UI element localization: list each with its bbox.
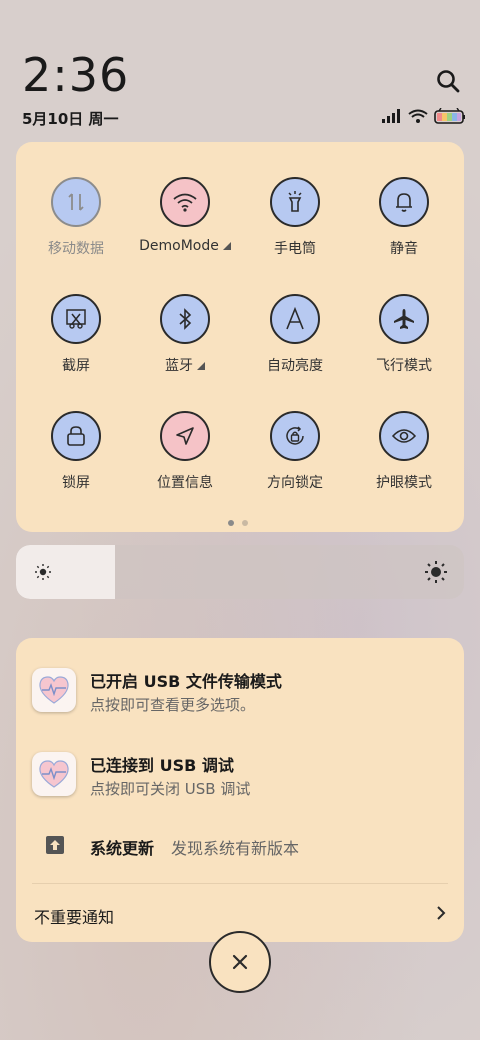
tile-airplane[interactable]: 飞行模式 xyxy=(349,294,459,375)
tile-location[interactable]: 位置信息 xyxy=(130,411,240,492)
tile-bluetooth[interactable]: 蓝牙 xyxy=(130,294,240,375)
rotation-lock-icon xyxy=(270,411,320,461)
screenshot-icon xyxy=(51,294,101,344)
flashlight-icon xyxy=(270,177,320,227)
divider xyxy=(32,883,448,884)
tile-flashlight[interactable]: 手电筒 xyxy=(240,177,350,258)
page-dot xyxy=(242,520,248,526)
upload-icon xyxy=(46,836,64,854)
tile-wifi[interactable]: DemoMode xyxy=(130,177,240,254)
tile-rotation-lock[interactable]: 方向锁定 xyxy=(240,411,350,492)
quick-settings-panel: 移动数据 DemoMode 手电筒 静音 截屏 蓝牙 自动亮度 飞行模式 锁屏 … xyxy=(16,142,464,532)
heart-app-icon xyxy=(32,668,76,712)
tile-mobile-data[interactable]: 移动数据 xyxy=(21,177,131,258)
date: 5月10日 周一 xyxy=(22,110,119,128)
brightness-high-icon xyxy=(425,561,447,583)
notification-usb-debug[interactable]: 已连接到 USB 调试 点按即可关闭 USB 调试 xyxy=(32,752,452,800)
tile-auto-brightness[interactable]: 自动亮度 xyxy=(240,294,350,375)
notification-panel: 已开启 USB 文件传输模式 点按即可查看更多选项。 已连接到 USB 调试 点… xyxy=(16,638,464,942)
search-icon[interactable] xyxy=(435,68,461,94)
notification-system-update[interactable]: 系统更新 xyxy=(90,835,154,859)
chevron-right-icon[interactable] xyxy=(434,904,448,922)
auto-brightness-icon xyxy=(270,294,320,344)
update-subtitle: 发现系统有新版本 xyxy=(171,839,300,858)
brightness-fill xyxy=(16,545,115,599)
clear-all-button[interactable] xyxy=(209,931,271,993)
heart-app-icon xyxy=(32,752,76,796)
brightness-low-icon xyxy=(35,564,51,580)
eye-icon xyxy=(379,411,429,461)
mobile-data-icon xyxy=(51,177,101,227)
tile-eye-comfort[interactable]: 护眼模式 xyxy=(349,411,459,492)
location-icon xyxy=(160,411,210,461)
tile-silent[interactable]: 静音 xyxy=(349,177,459,258)
brightness-slider[interactable] xyxy=(16,545,464,599)
wifi-status-icon xyxy=(408,109,428,123)
signal-icon xyxy=(382,109,400,123)
bluetooth-icon xyxy=(160,294,210,344)
status-bar: 2:36 5月10日 周一 xyxy=(0,0,480,140)
expand-icon xyxy=(197,362,205,370)
unimportant-notifications-link[interactable]: 不重要通知 xyxy=(34,904,114,928)
airplane-icon xyxy=(379,294,429,344)
page-indicator xyxy=(228,520,248,526)
wifi-icon xyxy=(160,177,210,227)
tile-screenshot[interactable]: 截屏 xyxy=(21,294,131,375)
lock-icon xyxy=(51,411,101,461)
tile-lock-screen[interactable]: 锁屏 xyxy=(21,411,131,492)
battery-icon xyxy=(434,108,465,124)
page-dot-active xyxy=(228,520,234,526)
bell-icon xyxy=(379,177,429,227)
clock: 2:36 xyxy=(22,48,130,102)
close-icon xyxy=(232,954,248,970)
expand-icon xyxy=(222,242,231,250)
notification-usb-transfer[interactable]: 已开启 USB 文件传输模式 点按即可查看更多选项。 xyxy=(32,668,452,716)
system-icons xyxy=(382,108,466,124)
